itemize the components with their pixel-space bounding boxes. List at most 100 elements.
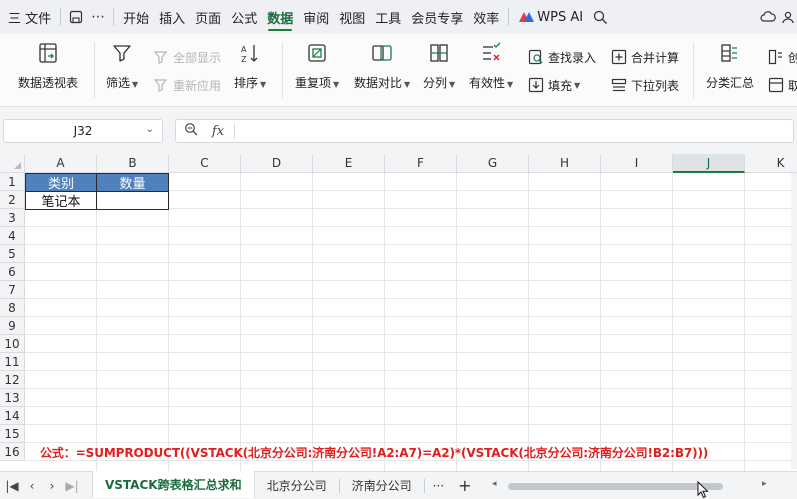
row-header-12[interactable]: 12 [0,371,25,389]
fill-button[interactable]: 填充 ▼ [527,76,580,94]
row-header-3[interactable]: 3 [0,209,25,227]
cell-b2[interactable] [96,191,169,210]
row-header-14[interactable]: 14 [0,407,25,425]
show-all-label: 全部显示 [173,50,222,65]
column-header-h[interactable]: H [529,154,601,173]
filter-icon [109,40,135,66]
tab-page[interactable]: 页面 [190,0,226,34]
row-header-4[interactable]: 4 [0,227,25,245]
name-box[interactable]: J32 ⌄ [3,119,163,143]
gridline [25,406,797,407]
more-sheets-button[interactable]: ··· [425,472,452,499]
column-header-j[interactable]: J [673,154,745,173]
formula-input-area[interactable]: fx [175,119,794,143]
consolidate-button[interactable]: 合并计算 [610,48,679,66]
reapply-icon [152,76,170,94]
column-header-a[interactable]: A [25,154,97,173]
tab-start[interactable]: 开始 [118,0,154,34]
cell-b1[interactable]: 数量 [96,173,169,192]
row-header-13[interactable]: 13 [0,389,25,407]
gridline [25,334,797,335]
horizontal-scrollbar[interactable]: ◂ ▸ [490,479,780,492]
column-header-d[interactable]: D [241,154,313,173]
column-header-g[interactable]: G [457,154,529,173]
lookup-entry-button[interactable]: 查找录入 [527,48,596,66]
search-icon[interactable] [589,0,611,34]
cloud-icon[interactable] [757,0,779,34]
gridline [25,424,797,425]
row-header-6[interactable]: 6 [0,263,25,281]
chevron-down-icon: ▼ [404,80,411,89]
cell-a1[interactable]: 类别 [25,173,97,192]
subtotal-button[interactable]: 分类汇总 [706,40,754,91]
row-header-10[interactable]: 10 [0,335,25,353]
vertical-scrollbar[interactable] [791,173,797,469]
column-header-c[interactable]: C [169,154,241,173]
row-header-1[interactable]: 1 [0,173,25,191]
select-all-corner[interactable] [0,154,25,173]
gridline [96,173,97,471]
user-icon[interactable] [779,0,797,34]
column-header-f[interactable]: F [385,154,457,173]
filter-button[interactable]: 筛选 ▼ [106,40,138,91]
save-icon[interactable] [65,0,87,34]
sheet-tab-beijing[interactable]: 北京分公司 [255,472,339,499]
data-compare-button[interactable]: 数据对比 ▼ [354,40,410,91]
gridline [600,173,601,471]
row-header-16[interactable]: 16 [0,443,25,461]
show-all-button[interactable]: 全部显示 [152,48,221,66]
tab-efficiency[interactable]: 效率 [468,0,504,34]
last-sheet-icon[interactable]: ▶| [62,472,82,499]
sheet-tab-vstack[interactable]: VSTACK跨表格汇总求和 [92,471,255,498]
row-header-9[interactable]: 9 [0,317,25,335]
column-header-i[interactable]: I [601,154,673,173]
column-header-b[interactable]: B [97,154,169,173]
row-header-8[interactable]: 8 [0,299,25,317]
file-menu[interactable]: 三 文件 [0,0,56,34]
row-header-2[interactable]: 2 [0,191,25,209]
first-sheet-icon[interactable]: |◀ [2,472,22,499]
tab-data[interactable]: 数据 [262,0,298,34]
row-header-11[interactable]: 11 [0,353,25,371]
add-sheet-button[interactable]: + [452,472,477,499]
chevron-down-icon: ▼ [449,80,456,89]
pivot-table-button[interactable]: 数据透视表 [18,40,78,91]
more-icon[interactable]: ⋯ [87,0,109,34]
fx-icon[interactable]: fx [206,124,230,139]
duplicates-button[interactable]: 重复项 ▼ [295,40,339,91]
create-group-button[interactable]: 创 [767,48,797,66]
tab-tools[interactable]: 工具 [370,0,406,34]
spreadsheet-grid[interactable]: A B C D E F G H I J K 1 2 3 4 5 6 7 8 9 … [0,154,797,471]
gridline [240,173,241,471]
tab-review[interactable]: 审阅 [298,0,334,34]
validity-button[interactable]: 有效性 ▼ [469,40,513,91]
split-column-button[interactable]: 分列 ▼ [423,40,455,91]
column-header-e[interactable]: E [313,154,385,173]
row-header-5[interactable]: 5 [0,245,25,263]
prev-sheet-icon[interactable]: ‹ [22,472,42,499]
next-sheet-icon[interactable]: › [42,472,62,499]
reapply-button[interactable]: 重新应用 [152,76,221,94]
fetch-data-icon [767,76,785,94]
fill-icon [527,76,545,94]
zoom-icon[interactable] [176,122,206,140]
tab-formula[interactable]: 公式 [226,0,262,34]
scroll-right-icon[interactable]: ▸ [762,479,767,489]
scrollbar-thumb[interactable] [508,483,723,490]
tab-view[interactable]: 视图 [334,0,370,34]
sheet-tab-jinan[interactable]: 济南分公司 [340,472,424,499]
tab-member[interactable]: 会员专享 [406,0,468,34]
sort-button[interactable]: AZ 排序 ▼ [234,40,266,91]
row-header-15[interactable]: 15 [0,425,25,443]
create-group-icon [767,48,785,66]
chevron-down-icon[interactable]: ⌄ [146,124,154,135]
tab-insert[interactable]: 插入 [154,0,190,34]
cell-a2[interactable]: 笔记本 [25,191,97,210]
scroll-left-icon[interactable]: ◂ [492,479,497,489]
wps-ai-button[interactable]: WPS AI [513,10,589,25]
row-header-7[interactable]: 7 [0,281,25,299]
column-header-k[interactable]: K [745,154,797,173]
fetch-data-button[interactable]: 取 [767,76,797,94]
dropdown-list-button[interactable]: 下拉列表 [610,76,679,94]
gridline [744,173,745,471]
